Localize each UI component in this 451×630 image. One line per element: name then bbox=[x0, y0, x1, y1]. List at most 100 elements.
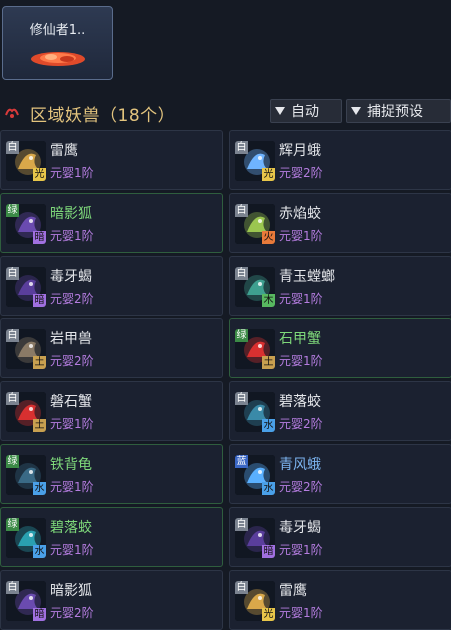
beast-realm: 元婴1阶 bbox=[50, 542, 94, 557]
capture-preset-label: 捕捉预设 bbox=[367, 104, 423, 120]
element-badge: 土 bbox=[33, 419, 46, 433]
element-badge: 木 bbox=[262, 293, 275, 307]
grade-badge: 白 bbox=[6, 392, 19, 406]
capture-preset-button[interactable]: 捕捉预设 bbox=[346, 99, 451, 123]
triangle-down-icon bbox=[351, 107, 361, 115]
beast-name: 雷鹰 bbox=[279, 582, 307, 599]
player-card[interactable]: 修仙者1.. bbox=[2, 6, 113, 80]
beast-card[interactable]: 白木青玉螳螂元婴1阶 bbox=[229, 255, 451, 316]
beast-realm: 元婴2阶 bbox=[50, 291, 94, 306]
beast-realm: 元婴1阶 bbox=[279, 354, 323, 369]
beast-name: 磐石蟹 bbox=[50, 394, 92, 411]
beast-card[interactable]: 白光辉月蛾 元婴2阶 bbox=[229, 130, 451, 190]
grade-badge: 白 bbox=[6, 580, 19, 594]
region-title: 区域妖兽（18个） bbox=[30, 106, 176, 126]
beast-name: 暗影狐 bbox=[50, 582, 92, 599]
beast-portrait-icon: 白土 bbox=[6, 392, 46, 433]
beast-portrait-icon: 白光 bbox=[235, 141, 275, 181]
beast-card[interactable]: 绿土石甲蟹元婴1阶 bbox=[229, 318, 451, 379]
grade-badge: 白 bbox=[6, 266, 19, 280]
grade-badge: 绿 bbox=[235, 329, 248, 343]
beast-portrait-icon: 白木 bbox=[235, 266, 275, 307]
beast-card[interactable]: 白火赤焰蛟 元婴1阶 bbox=[229, 192, 451, 253]
grade-badge: 白 bbox=[6, 141, 19, 154]
element-badge: 水 bbox=[33, 482, 46, 495]
beast-card[interactable]: 绿暗暗影狐 元婴1阶 bbox=[0, 192, 223, 253]
beast-realm: 元婴2阶 bbox=[50, 354, 94, 369]
element-badge: 水 bbox=[262, 482, 275, 495]
element-badge: 土 bbox=[262, 356, 275, 370]
beast-portrait-icon: 白土 bbox=[6, 329, 46, 370]
beast-row: 白暗毒牙蝎 元婴2阶白木青玉螳螂 元婴1阶 bbox=[0, 255, 451, 316]
beast-row: 白暗暗影狐 元婴2阶白光雷鹰 元婴1阶 bbox=[0, 569, 451, 630]
beast-portrait-icon: 蓝水 bbox=[235, 455, 275, 495]
beast-name: 石甲蟹 bbox=[279, 331, 321, 348]
grade-badge: 白 bbox=[235, 203, 248, 217]
beast-card[interactable]: 白土岩甲兽元婴2阶 bbox=[0, 318, 223, 379]
beast-name: 暗影狐 bbox=[50, 205, 92, 222]
beast-row: 白光雷鹰 元婴1阶白光辉月蛾 元婴2阶 bbox=[0, 130, 451, 190]
beast-name: 铁背龟 bbox=[50, 457, 92, 473]
beast-portrait-icon: 白暗 bbox=[235, 517, 275, 558]
element-badge: 暗 bbox=[33, 607, 46, 621]
element-badge: 光 bbox=[262, 607, 275, 621]
beast-card[interactable]: 白光雷鹰 元婴1阶 bbox=[0, 130, 223, 190]
beast-name: 青风蛾 bbox=[279, 457, 321, 473]
beast-name: 毒牙蝎 bbox=[279, 519, 321, 536]
grade-badge: 绿 bbox=[6, 455, 19, 468]
beast-realm: 元婴2阶 bbox=[50, 605, 94, 620]
beast-name: 青玉螳螂 bbox=[279, 268, 335, 285]
beast-portrait-icon: 绿水 bbox=[6, 517, 46, 558]
beast-realm: 元婴1阶 bbox=[50, 228, 94, 243]
grade-badge: 蓝 bbox=[235, 455, 248, 468]
element-badge: 光 bbox=[262, 168, 275, 181]
element-badge: 光 bbox=[33, 168, 46, 181]
auto-label: 自动 bbox=[291, 104, 319, 120]
beast-card[interactable]: 白暗毒牙蝎元婴1阶 bbox=[229, 506, 451, 567]
beast-row: 绿水碧落蛟 元婴1阶白暗毒牙蝎元婴1阶 bbox=[0, 506, 451, 567]
beast-card[interactable]: 白水碧落蛟元婴2阶 bbox=[229, 381, 451, 442]
beast-realm: 元婴1阶 bbox=[279, 542, 323, 557]
beast-name: 碧落蛟 bbox=[279, 394, 321, 411]
beast-realm: 元婴2阶 bbox=[279, 480, 323, 494]
beast-row: 白土岩甲兽 元婴2阶绿土石甲蟹 元婴1阶 bbox=[0, 318, 451, 379]
beast-row: 绿暗暗影狐 元婴1阶白火赤焰蛟 元婴1阶 bbox=[0, 192, 451, 253]
beast-row: 绿水铁背龟 元婴1阶蓝水青风蛾 元婴2阶 bbox=[0, 444, 451, 504]
grade-badge: 白 bbox=[235, 266, 248, 280]
grade-badge: 白 bbox=[6, 329, 19, 343]
beast-card[interactable]: 绿水碧落蛟 元婴1阶 bbox=[0, 506, 223, 567]
beast-realm: 元婴1阶 bbox=[50, 417, 94, 432]
grade-badge: 绿 bbox=[6, 517, 19, 531]
grade-badge: 白 bbox=[235, 517, 248, 531]
element-badge: 水 bbox=[33, 544, 46, 558]
beast-realm: 元婴1阶 bbox=[279, 228, 323, 243]
beast-realm: 元婴1阶 bbox=[279, 605, 323, 620]
element-badge: 土 bbox=[33, 356, 46, 370]
beast-name: 赤焰蛟 bbox=[279, 205, 321, 222]
region-header: 区域妖兽（18个） 自动 捕捉预设 bbox=[0, 99, 451, 126]
grade-badge: 白 bbox=[235, 580, 248, 594]
beast-row: 白土磐石蟹 元婴1阶白水碧落蛟 元婴2阶 bbox=[0, 381, 451, 442]
beast-realm: 元婴2阶 bbox=[279, 417, 323, 432]
beast-card[interactable]: 白暗暗影狐元婴2阶 bbox=[0, 569, 223, 630]
beast-card[interactable]: 蓝水青风蛾 元婴2阶 bbox=[229, 444, 451, 504]
beast-portrait-icon: 绿土 bbox=[235, 329, 275, 370]
player-avatar-icon bbox=[31, 52, 85, 66]
beast-portrait-icon: 绿水 bbox=[6, 455, 46, 495]
beast-card[interactable]: 绿水铁背龟 元婴1阶 bbox=[0, 444, 223, 504]
beast-portrait-icon: 白水 bbox=[235, 392, 275, 433]
element-badge: 水 bbox=[262, 419, 275, 433]
beast-portrait-icon: 白光 bbox=[235, 580, 275, 621]
beast-realm: 元婴1阶 bbox=[50, 480, 94, 494]
beast-card[interactable]: 白土磐石蟹元婴1阶 bbox=[0, 381, 223, 442]
beast-card[interactable]: 白暗毒牙蝎 元婴2阶 bbox=[0, 255, 223, 316]
auto-dropdown-button[interactable]: 自动 bbox=[270, 99, 342, 123]
beast-name: 辉月蛾 bbox=[279, 143, 321, 159]
beast-portrait-icon: 白光 bbox=[6, 141, 46, 181]
element-badge: 暗 bbox=[33, 230, 46, 244]
beast-card[interactable]: 白光雷鹰元婴1阶 bbox=[229, 569, 451, 630]
beast-realm: 元婴1阶 bbox=[279, 291, 323, 306]
beast-name: 岩甲兽 bbox=[50, 331, 92, 348]
element-badge: 暗 bbox=[33, 293, 46, 307]
region-icon bbox=[5, 108, 19, 118]
